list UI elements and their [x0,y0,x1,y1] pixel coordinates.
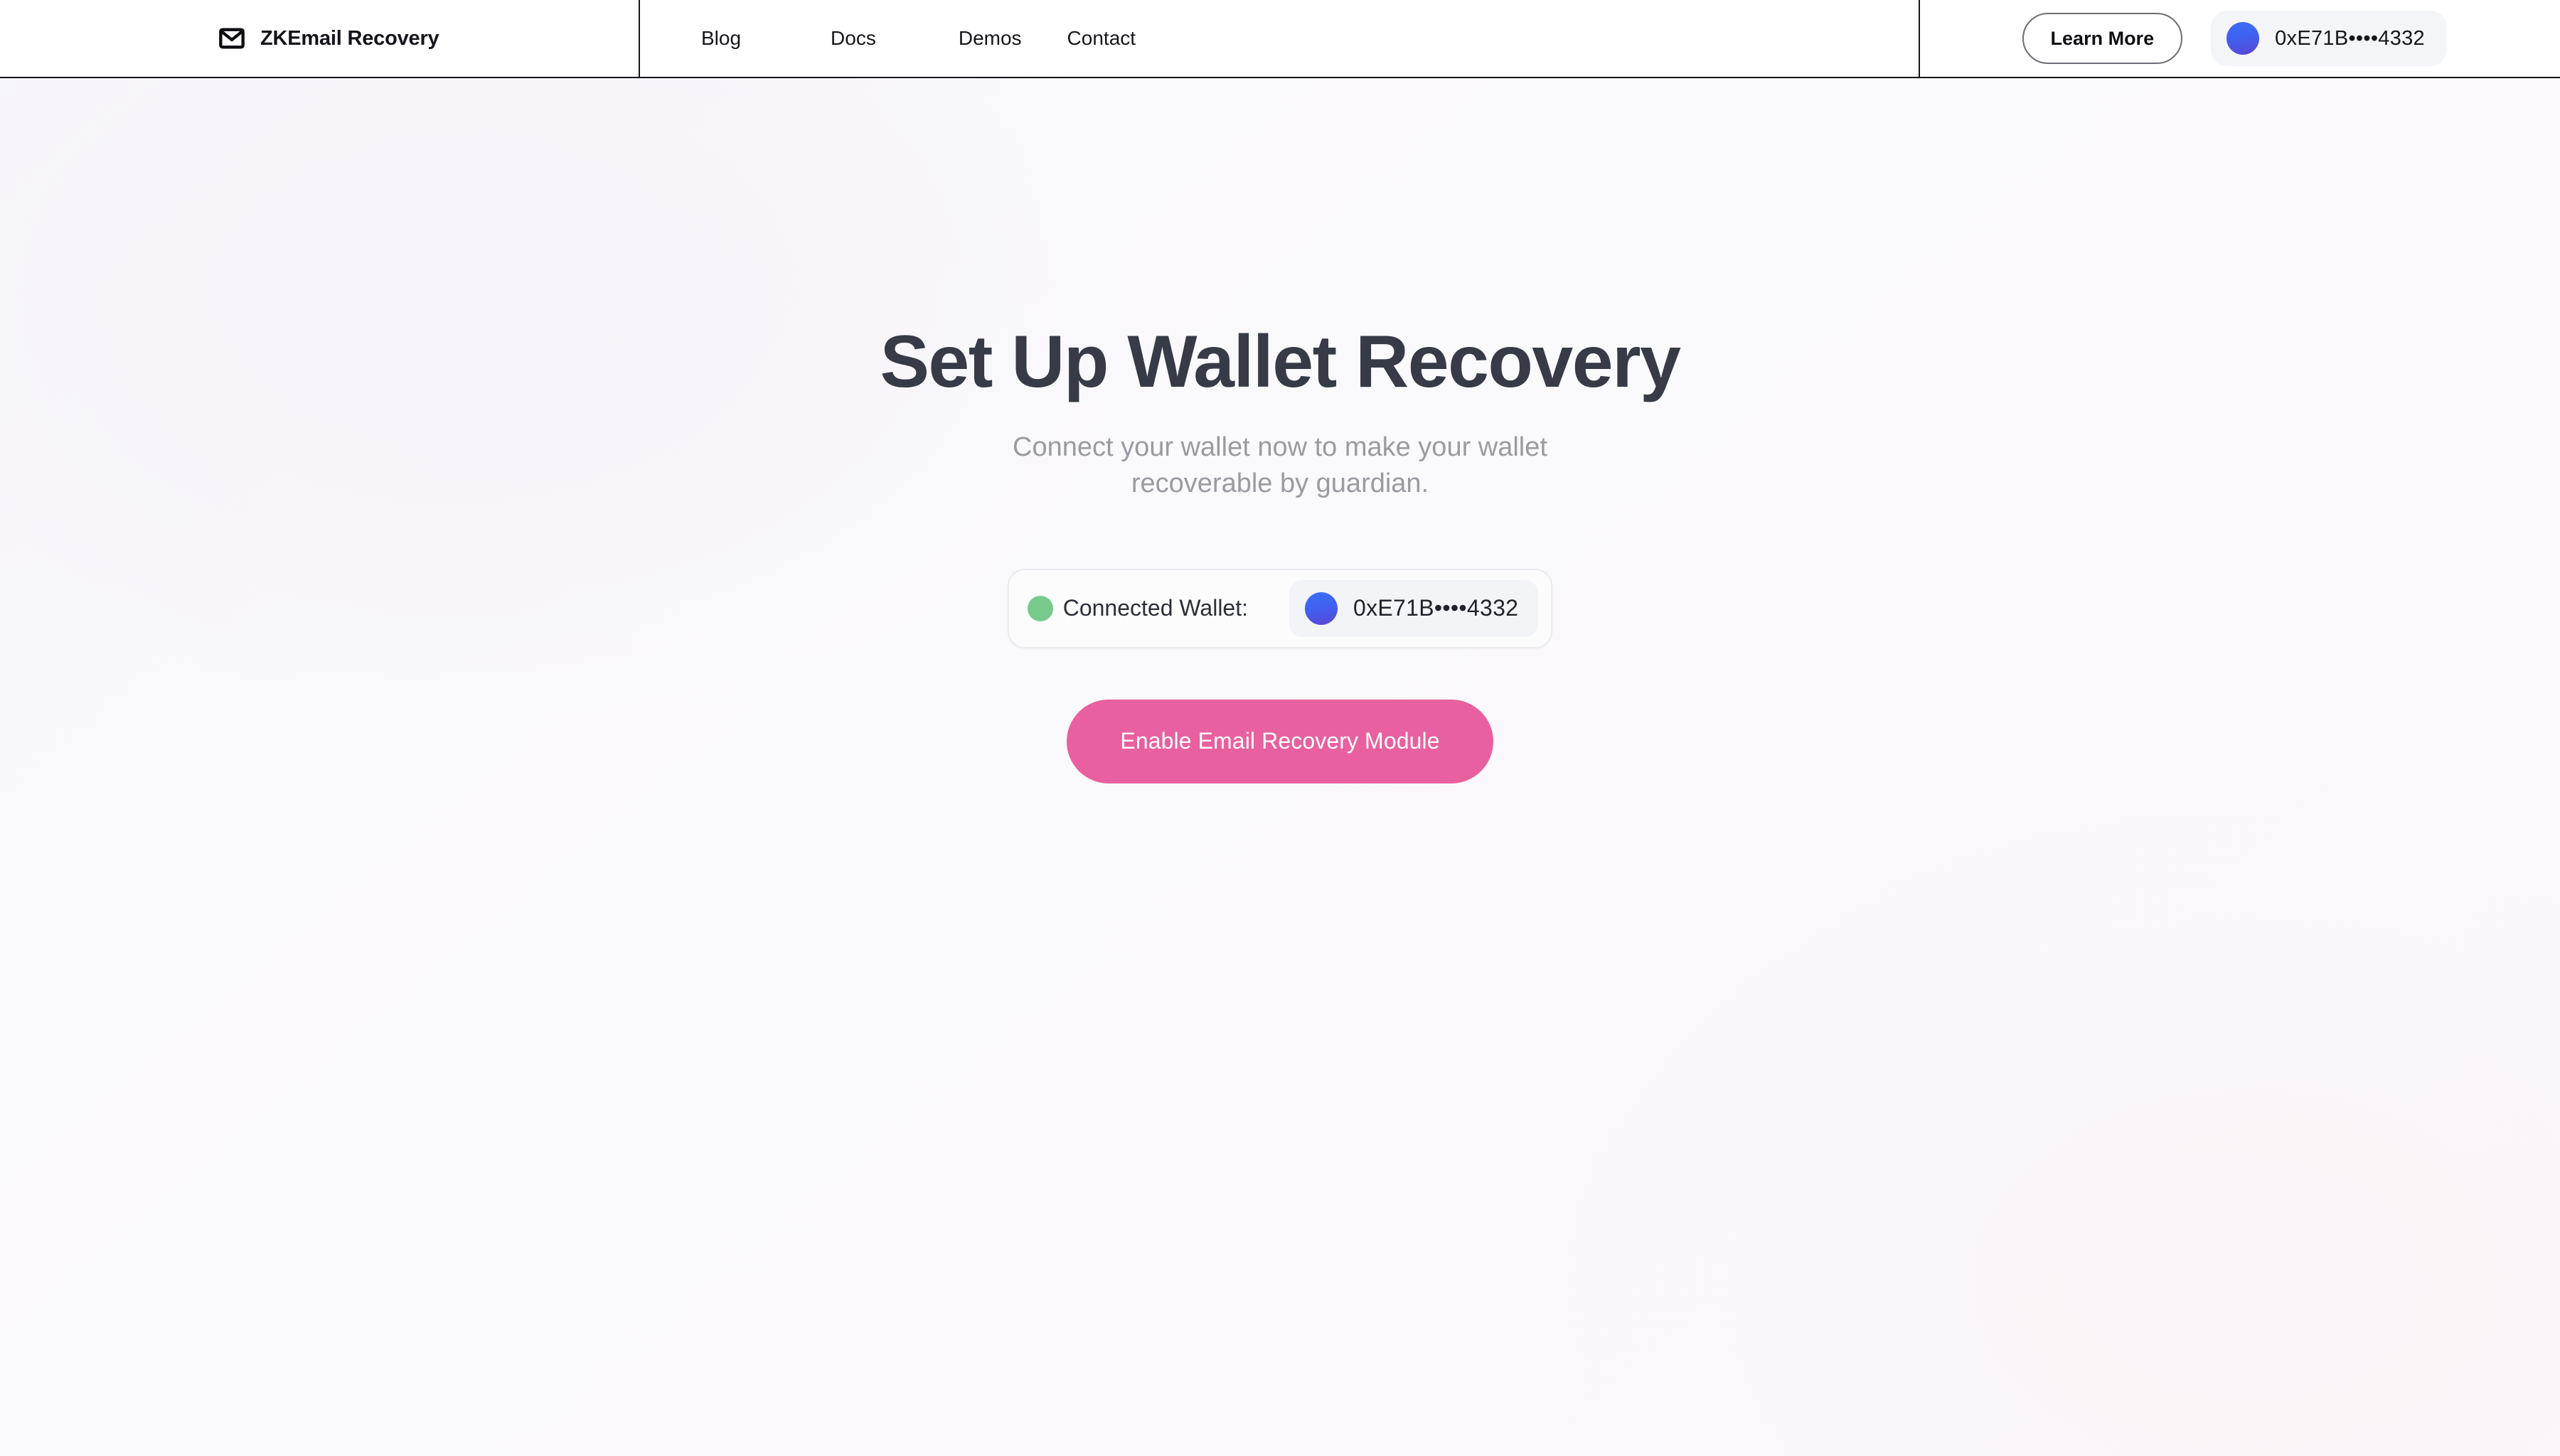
wallet-avatar-icon [2226,22,2260,55]
connected-wallet-label: Connected Wallet: [1062,595,1248,621]
header-actions-section: Learn More 0xE71B••••4332 [1920,0,2560,77]
top-header: ZKEmail Recovery Blog Docs Demos Contact… [0,0,2560,78]
wallet-avatar-icon [1305,592,1338,625]
main-content: Set Up Wallet Recovery Connect your wall… [0,78,2560,1456]
enable-email-recovery-module-button[interactable]: Enable Email Recovery Module [1067,699,1493,783]
connected-wallet-address: 0xE71B••••4332 [1353,595,1519,621]
header-wallet-address: 0xE71B••••4332 [2275,26,2425,50]
brand-name: ZKEmail Recovery [260,26,439,50]
header-brand-section: ZKEmail Recovery [0,0,640,77]
learn-more-button[interactable]: Learn More [2022,13,2183,64]
envelope-icon [218,24,246,53]
connected-wallet-card: Connected Wallet: 0xE71B••••4332 [1007,568,1553,648]
main-navigation: Blog Docs Demos Contact [640,0,1920,77]
nav-link-blog[interactable]: Blog [701,20,741,57]
connected-wallet-chip[interactable]: 0xE71B••••4332 [1289,579,1539,637]
connected-status-dot-icon [1027,595,1053,621]
nav-link-contact[interactable]: Contact [1067,20,1136,57]
page-subtitle: Connect your wallet now to make your wal… [1013,432,1547,499]
brand-logo[interactable]: ZKEmail Recovery [218,24,439,53]
page-title: Set Up Wallet Recovery [880,321,1681,403]
header-wallet-chip[interactable]: 0xE71B••••4332 [2211,11,2446,66]
nav-link-demos[interactable]: Demos [959,20,1022,57]
nav-link-docs[interactable]: Docs [831,20,876,57]
